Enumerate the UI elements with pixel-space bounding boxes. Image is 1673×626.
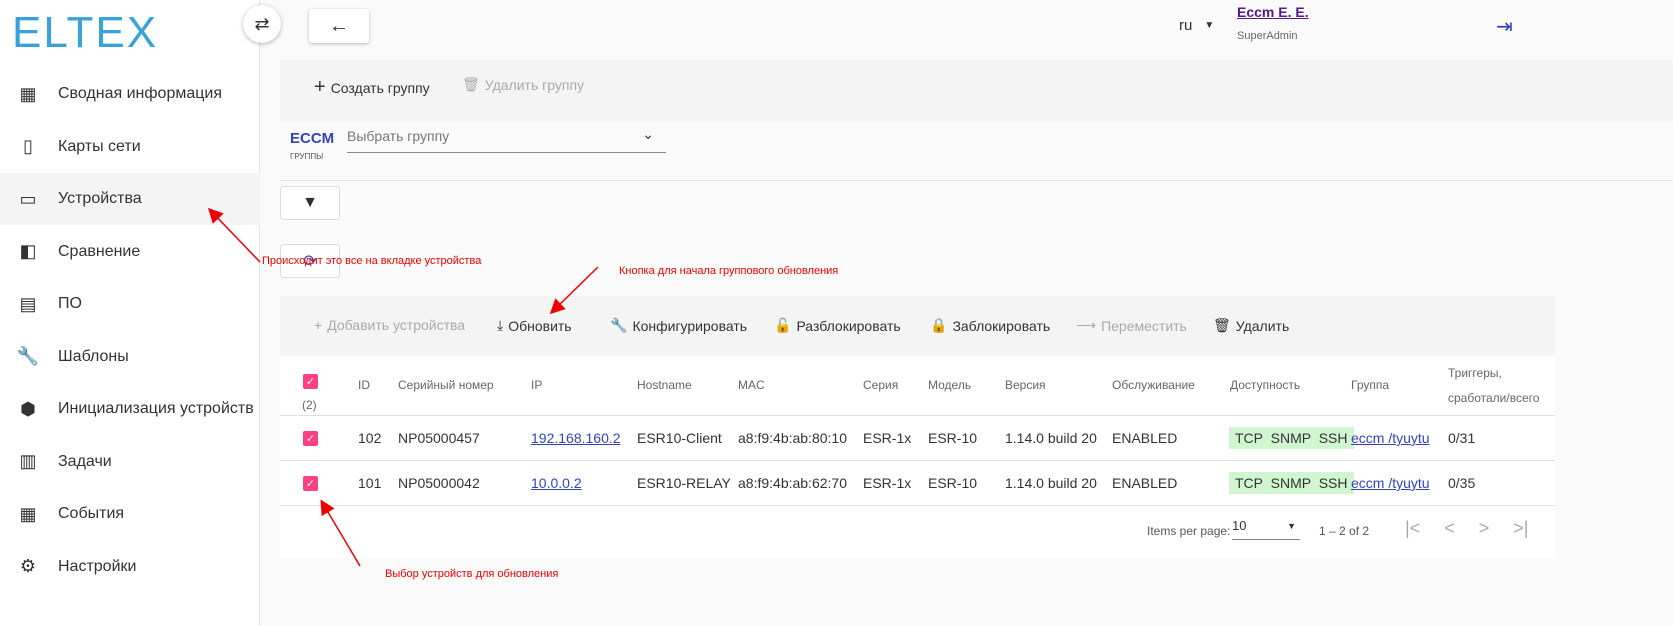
annotation-arrows — [207, 207, 599, 567]
annotation-devices-tab: Происходит это все на вкладке устройства — [262, 255, 482, 267]
toggle-sidebar-button[interactable]: ⇄ — [243, 5, 281, 43]
annotation-select-devices: Выбор устройств для обновления — [385, 568, 559, 580]
annotation-update-button: Кнопка для начала группового обновления — [619, 265, 839, 277]
